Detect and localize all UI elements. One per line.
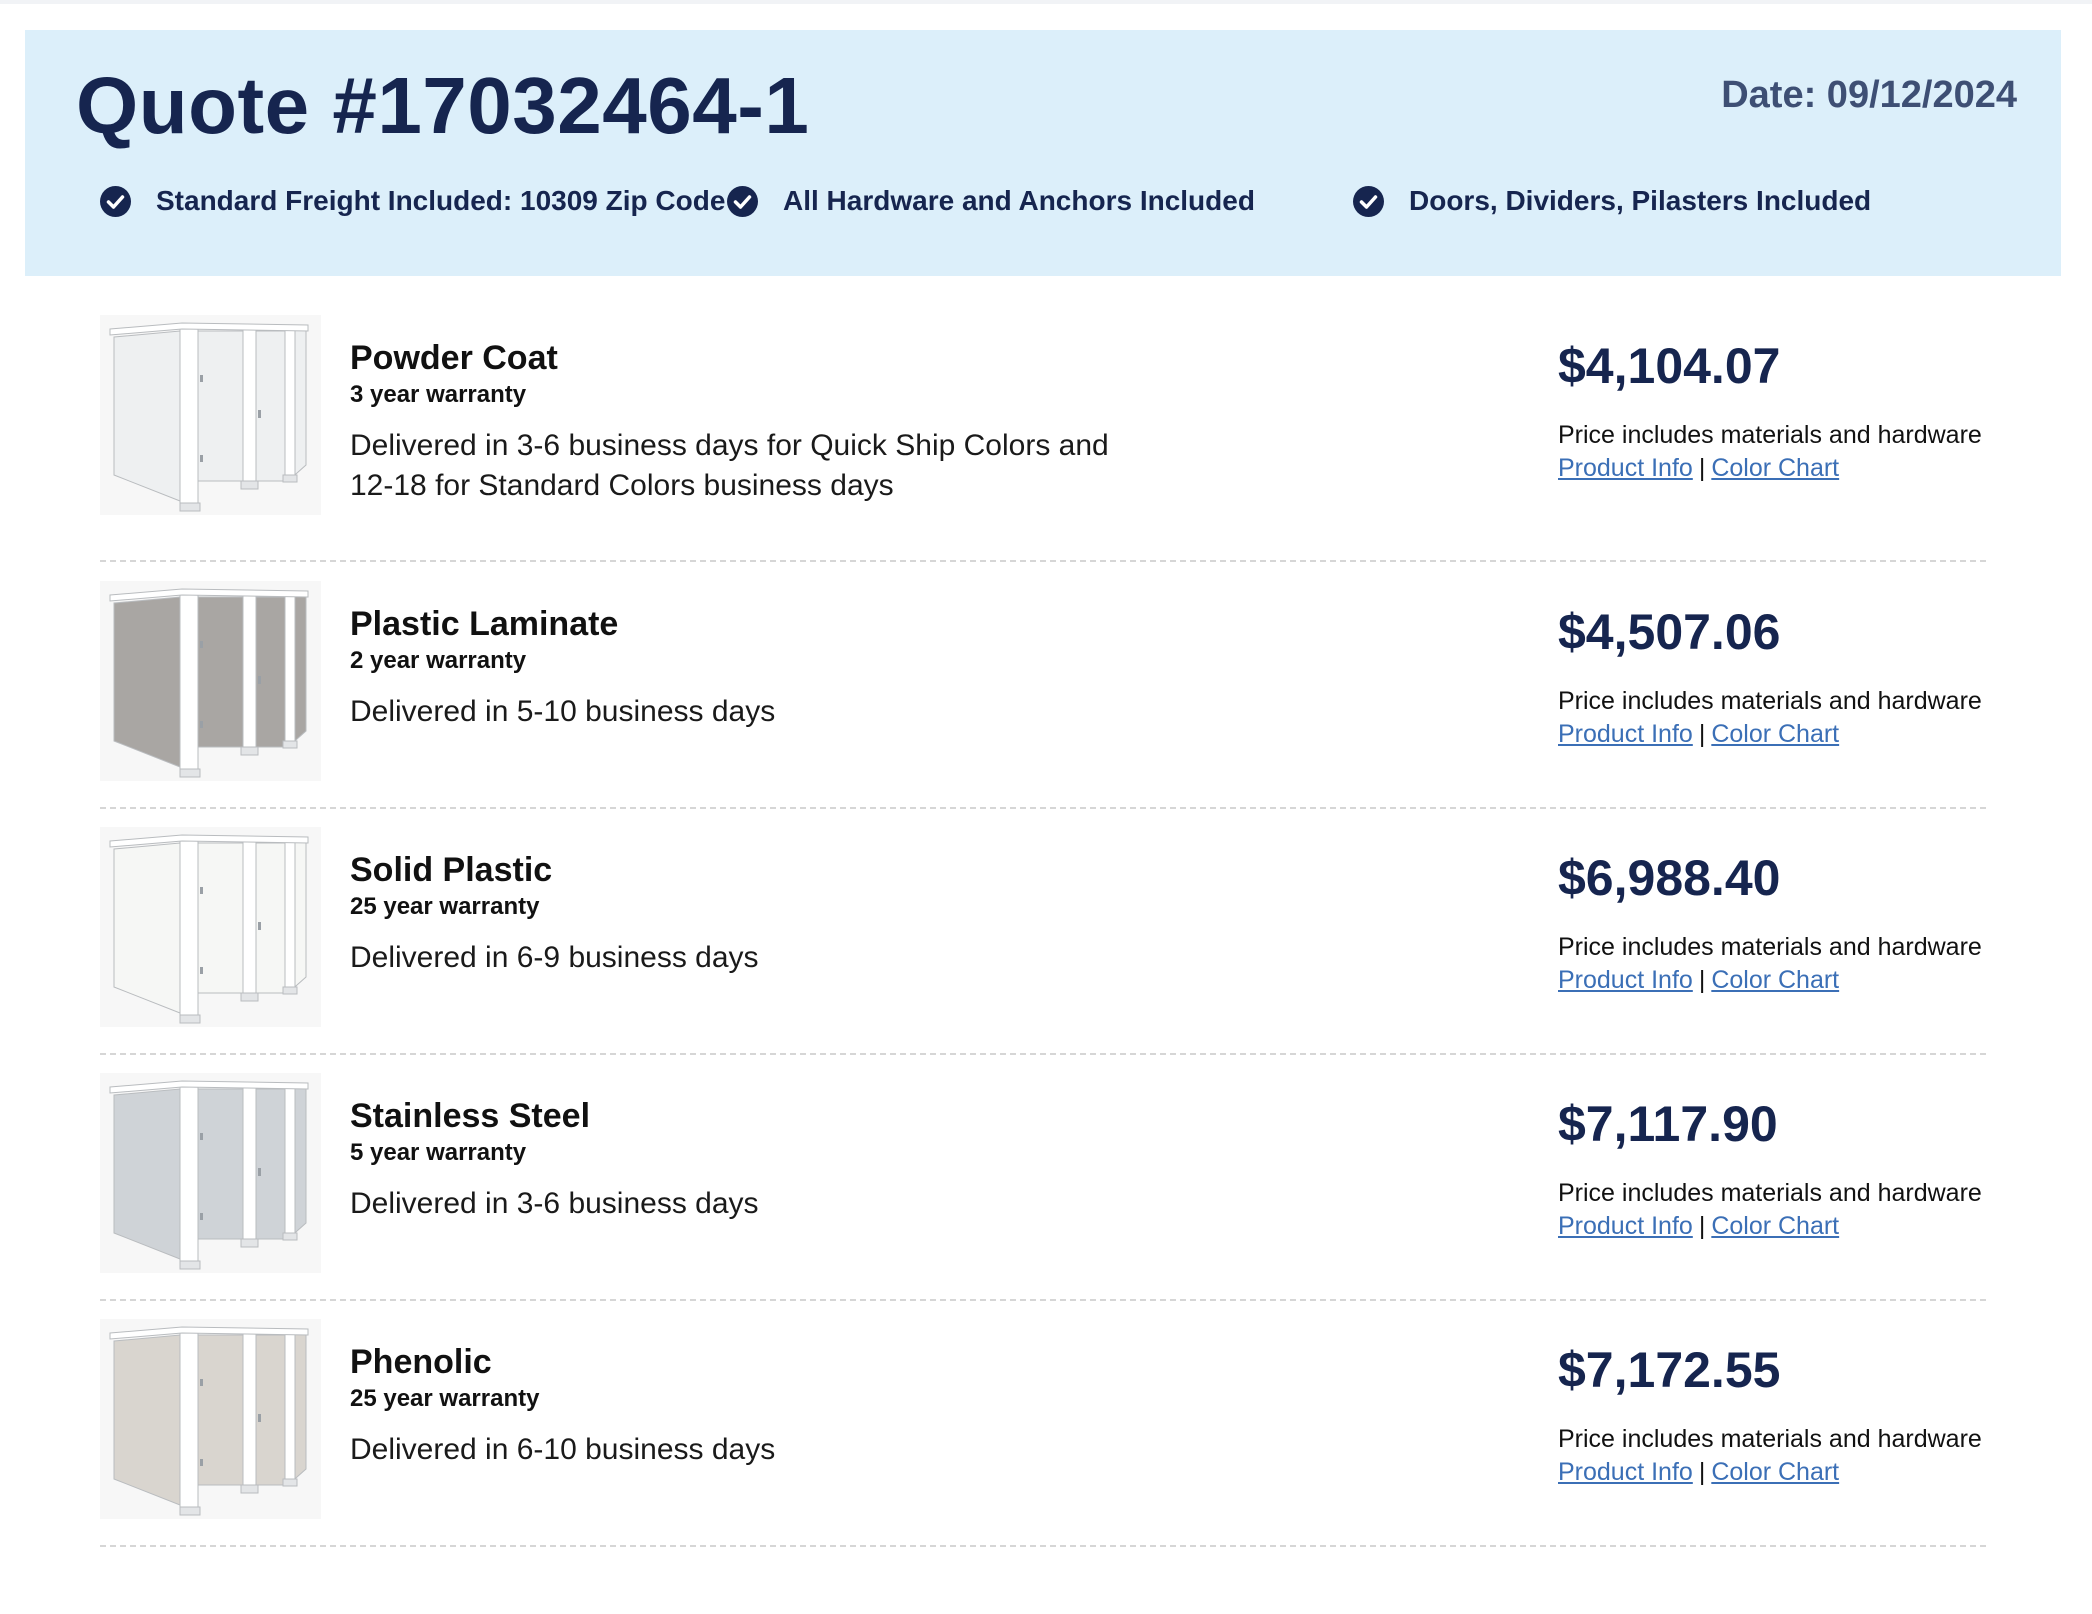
product-image	[100, 827, 321, 1027]
product-name: Plastic Laminate	[350, 605, 619, 643]
feature-doors: Doors, Dividers, Pilasters Included	[1353, 182, 1871, 220]
link-separator: |	[1698, 720, 1706, 748]
product-warranty: 25 year warranty	[350, 1385, 540, 1412]
product-row-phenolic: Phenolic 25 year warranty Delivered in 6…	[100, 1319, 1986, 1547]
color-chart-link[interactable]: Color Chart	[1711, 1212, 1839, 1240]
product-name: Powder Coat	[350, 339, 558, 377]
product-price: $6,988.40	[1558, 850, 1781, 906]
check-circle-icon	[727, 185, 758, 217]
top-divider	[0, 0, 2092, 4]
product-delivery: Delivered in 5-10 business days	[350, 695, 776, 728]
link-separator: |	[1698, 1458, 1706, 1486]
feature-label: Doors, Dividers, Pilasters Included	[1409, 185, 1872, 216]
check-circle-icon	[1353, 185, 1384, 217]
feature-label: Standard Freight Included: 10309 Zip Cod…	[156, 185, 726, 216]
color-chart-link[interactable]: Color Chart	[1711, 454, 1839, 482]
product-row-solid-plastic: Solid Plastic 25 year warranty Delivered…	[100, 827, 1986, 1055]
product-price: $7,172.55	[1558, 1342, 1781, 1398]
product-info-link[interactable]: Product Info	[1558, 720, 1693, 748]
quote-title: Quote #17032464-1	[76, 61, 810, 150]
product-name: Phenolic	[350, 1343, 492, 1381]
product-price: $7,117.90	[1558, 1096, 1778, 1152]
product-info-link[interactable]: Product Info	[1558, 454, 1693, 482]
price-note: Price includes materials and hardware	[1558, 933, 1982, 961]
product-warranty: 2 year warranty	[350, 647, 527, 674]
product-row-plastic-laminate: Plastic Laminate 2 year warranty Deliver…	[100, 581, 1986, 809]
quote-page: Quote #17032464-1 Date: 09/12/2024 Stand…	[0, 0, 2092, 1614]
price-note: Price includes materials and hardware	[1558, 421, 1982, 449]
product-delivery: Delivered in 3-6 business days for Quick…	[350, 429, 1109, 502]
price-note: Price includes materials and hardware	[1558, 1179, 1982, 1207]
price-note: Price includes materials and hardware	[1558, 687, 1982, 715]
product-image	[100, 1319, 321, 1519]
product-links: Product Info | Color Chart	[1558, 966, 1839, 995]
quote-date: Date: 09/12/2024	[1721, 74, 2017, 116]
product-image	[100, 315, 321, 515]
price-note: Price includes materials and hardware	[1558, 1425, 1982, 1453]
product-delivery: Delivered in 6-10 business days	[350, 1433, 776, 1466]
product-row-stainless-steel: Stainless Steel 5 year warranty Delivere…	[100, 1073, 1986, 1301]
product-price: $4,104.07	[1558, 338, 1781, 394]
product-links: Product Info | Color Chart	[1558, 454, 1839, 483]
product-price: $4,507.06	[1558, 604, 1781, 660]
feature-freight: Standard Freight Included: 10309 Zip Cod…	[100, 182, 725, 220]
product-links: Product Info | Color Chart	[1558, 720, 1839, 749]
product-links: Product Info | Color Chart	[1558, 1212, 1839, 1241]
color-chart-link[interactable]: Color Chart	[1711, 720, 1839, 748]
product-image	[100, 1073, 321, 1273]
product-delivery: Delivered in 3-6 business days	[350, 1187, 759, 1220]
color-chart-link[interactable]: Color Chart	[1711, 1458, 1839, 1486]
link-separator: |	[1698, 454, 1706, 482]
product-name: Stainless Steel	[350, 1097, 591, 1135]
feature-label: All Hardware and Anchors Included	[783, 185, 1255, 216]
link-separator: |	[1698, 966, 1706, 994]
link-separator: |	[1698, 1212, 1706, 1240]
product-links: Product Info | Color Chart	[1558, 1458, 1839, 1487]
product-delivery: Delivered in 6-9 business days	[350, 941, 759, 974]
product-info-link[interactable]: Product Info	[1558, 1212, 1693, 1240]
product-warranty: 5 year warranty	[350, 1139, 527, 1166]
product-name: Solid Plastic	[350, 851, 553, 889]
product-info-link[interactable]: Product Info	[1558, 966, 1693, 994]
color-chart-link[interactable]: Color Chart	[1711, 966, 1839, 994]
product-row-powder-coat: Powder Coat 3 year warranty Delivered in…	[100, 315, 1986, 562]
product-image	[100, 581, 321, 781]
product-warranty: 3 year warranty	[350, 381, 527, 408]
check-circle-icon	[100, 185, 131, 217]
feature-hardware: All Hardware and Anchors Included	[727, 182, 1255, 220]
product-info-link[interactable]: Product Info	[1558, 1458, 1693, 1486]
product-warranty: 25 year warranty	[350, 893, 540, 920]
